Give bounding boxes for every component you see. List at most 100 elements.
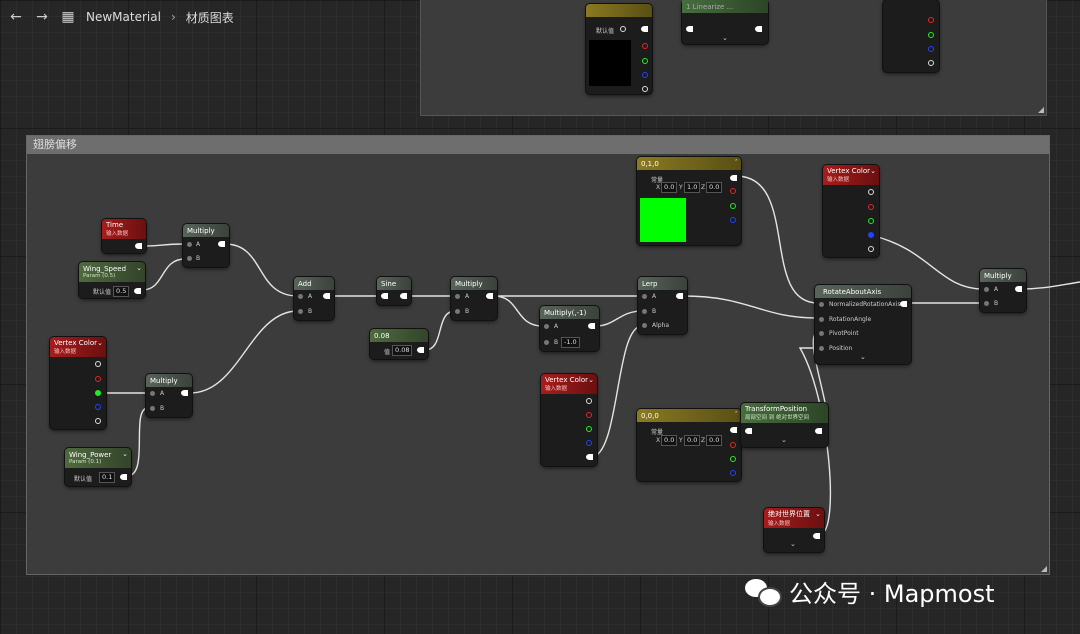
output-pin[interactable] <box>730 175 737 181</box>
input-b-pin[interactable] <box>455 309 460 314</box>
output-pin[interactable] <box>815 428 822 434</box>
z-field[interactable]: 0.0 <box>706 435 723 446</box>
absolute-world-position-node[interactable]: 绝对世界位置 输入数据 ⌄ ⌄ <box>764 508 824 552</box>
output-pin[interactable] <box>1015 286 1022 292</box>
output-r-pin[interactable] <box>730 188 736 194</box>
input-b-pin[interactable] <box>187 256 192 261</box>
input-a-pin[interactable] <box>984 287 989 292</box>
output-pin[interactable] <box>755 26 762 32</box>
vertex-color-node-right[interactable]: Vertex Color 输入数据 ⌄ <box>823 165 879 257</box>
input-position-pin[interactable] <box>819 346 824 351</box>
multiply-neg-node[interactable]: Multiply(,-1) A B -1.0 <box>540 306 599 351</box>
output-g-pin[interactable] <box>868 218 874 224</box>
linearize-node[interactable]: 1 Linearize ... ⌄ <box>682 0 768 44</box>
collapse-chevron-icon[interactable]: ⌄ <box>136 264 142 272</box>
output-b-pin[interactable] <box>730 217 736 223</box>
vector-000-node[interactable]: 0,0,0 ˆ 常量 X 0.0 Y 0.0 Z 0.0 <box>637 409 741 481</box>
input-b-pin[interactable] <box>984 301 989 306</box>
z-field[interactable]: 0.0 <box>706 182 723 193</box>
output-g-pin[interactable] <box>95 390 101 396</box>
expand-chevron-icon[interactable]: ⌄ <box>860 353 866 361</box>
sine-node[interactable]: Sine <box>377 277 411 305</box>
y-field[interactable]: 0.0 <box>684 435 701 446</box>
output-pin[interactable] <box>730 427 737 433</box>
transform-position-node[interactable]: TransformPosition 局部空间 到 绝对世界空间 ⌄ <box>741 403 828 447</box>
output-rgb-pin[interactable] <box>586 398 592 404</box>
output-b-pin[interactable] <box>642 72 648 78</box>
input-b-pin[interactable] <box>544 340 549 345</box>
input-b-pin[interactable] <box>150 406 155 411</box>
input-pivot-point-pin[interactable] <box>819 331 824 336</box>
output-pin[interactable] <box>218 241 225 247</box>
expand-chevron-icon[interactable]: ⌄ <box>790 540 796 548</box>
output-pin[interactable] <box>181 390 188 396</box>
output-r-pin[interactable] <box>928 17 934 23</box>
input-a-pin[interactable] <box>150 391 155 396</box>
output-pin[interactable] <box>900 301 907 307</box>
output-pin[interactable] <box>676 293 683 299</box>
input-pin[interactable] <box>381 293 388 299</box>
collapse-chevron-icon[interactable]: ⌄ <box>870 167 876 175</box>
output-r-pin[interactable] <box>586 412 592 418</box>
output-g-pin[interactable] <box>730 456 736 462</box>
output-b-pin[interactable] <box>586 440 592 446</box>
output-g-pin[interactable] <box>586 426 592 432</box>
vertex-color-node-mid[interactable]: Vertex Color 输入数据 ⌄ <box>541 374 597 466</box>
wing-speed-node[interactable]: Wing_Speed Param (0.5) ⌄ 默认值 0.5 <box>79 262 145 298</box>
output-a-pin[interactable] <box>95 418 101 424</box>
output-a-pin[interactable] <box>868 246 874 252</box>
output-r-pin[interactable] <box>730 442 736 448</box>
output-pin[interactable] <box>323 293 330 299</box>
input-a-pin[interactable] <box>187 242 192 247</box>
input-pin[interactable] <box>745 428 752 434</box>
lerp-node[interactable]: Lerp A B Alpha <box>638 277 687 334</box>
expand-chevron-icon[interactable]: ⌄ <box>781 436 787 444</box>
input-pin[interactable] <box>686 26 693 32</box>
resize-handle[interactable] <box>1041 566 1047 572</box>
output-pin[interactable] <box>134 288 141 294</box>
input-alpha-pin[interactable] <box>642 323 647 328</box>
output-pin[interactable] <box>588 323 595 329</box>
wing-power-node[interactable]: Wing_Power Param (0.1) ⌄ 默认值 0.1 <box>65 448 131 486</box>
output-a-pin[interactable] <box>642 86 648 92</box>
output-g-pin[interactable] <box>928 32 934 38</box>
output-pin[interactable] <box>400 293 407 299</box>
input-normalized-rotation-axis-pin[interactable] <box>819 302 824 307</box>
comment-title[interactable]: 翅膀偏移 <box>27 136 1049 154</box>
input-rotation-angle-pin[interactable] <box>819 317 824 322</box>
back-arrow-icon[interactable]: ← <box>8 9 24 25</box>
input-b-pin[interactable] <box>642 309 647 314</box>
output-g-pin[interactable] <box>730 203 736 209</box>
breadcrumb-asset[interactable]: NewMaterial <box>86 10 161 24</box>
multiply-node-2[interactable]: Multiply A B <box>451 277 497 320</box>
output-pin[interactable] <box>135 243 142 249</box>
b-value-field[interactable]: -1.0 <box>561 337 580 348</box>
output-a-pin[interactable] <box>586 454 593 460</box>
texture-sample-node[interactable]: 默认值 <box>586 4 652 94</box>
time-node[interactable]: Time 输入数据 <box>102 219 146 253</box>
value-field[interactable]: 0.08 <box>392 345 413 356</box>
input-a-pin[interactable] <box>642 294 647 299</box>
multiply-node-3[interactable]: Multiply A B <box>146 374 192 417</box>
output-r-pin[interactable] <box>95 376 101 382</box>
resize-handle[interactable] <box>1038 107 1044 113</box>
default-value-field[interactable]: 0.5 <box>113 286 130 297</box>
collapse-chevron-icon[interactable]: ⌄ <box>97 339 103 347</box>
output-rgb-pin[interactable] <box>868 189 874 195</box>
output-rgb-pin[interactable] <box>95 361 101 367</box>
collapse-chevron-icon[interactable]: ˆ <box>735 159 739 167</box>
input-a-pin[interactable] <box>455 294 460 299</box>
output-pin[interactable] <box>417 347 424 353</box>
collapse-chevron-icon[interactable]: ˆ <box>735 411 739 419</box>
forward-arrow-icon[interactable]: → <box>34 9 50 25</box>
y-field[interactable]: 1.0 <box>684 182 701 193</box>
input-b-pin[interactable] <box>298 309 303 314</box>
output-b-pin[interactable] <box>928 46 934 52</box>
collapse-chevron-icon[interactable]: ⌄ <box>588 376 594 384</box>
add-node[interactable]: Add A B <box>294 277 334 320</box>
output-pin[interactable] <box>641 26 648 32</box>
x-field[interactable]: 0.0 <box>661 435 678 446</box>
output-pin[interactable] <box>486 293 493 299</box>
checkbox-icon[interactable] <box>620 26 626 32</box>
breadcrumb-graph[interactable]: 材质图表 <box>186 9 234 26</box>
